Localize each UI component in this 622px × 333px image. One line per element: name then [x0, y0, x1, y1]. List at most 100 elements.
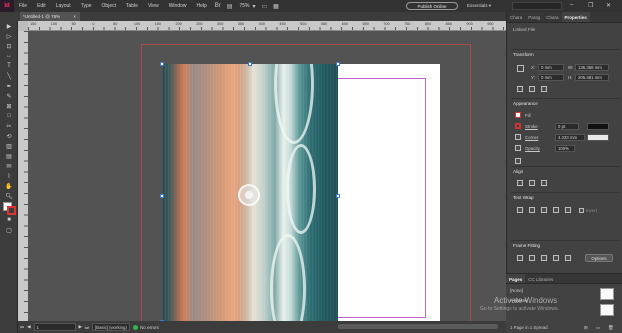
chevron-down-icon[interactable]: ▾	[252, 3, 255, 10]
apply-color-icon[interactable]: ■	[0, 215, 18, 225]
align-center-icon[interactable]	[529, 180, 535, 186]
stroke-swatch-icon[interactable]	[515, 123, 521, 129]
horizontal-ruler[interactable]: 150 100 50 0 50 100 150 200 250 300 350 400 450 500 55…	[28, 21, 506, 31]
eyedropper-tool-icon[interactable]: ⌇	[0, 171, 18, 181]
close-tab-icon[interactable]: ×	[73, 14, 76, 19]
resize-handle[interactable]	[160, 194, 164, 198]
tab-cc-libraries[interactable]: CC Libraries	[525, 274, 556, 283]
resize-handle[interactable]	[248, 62, 252, 66]
pencil-tool-icon[interactable]: ✎	[0, 91, 18, 101]
menu-object[interactable]: Object	[102, 3, 116, 9]
opacity-field[interactable]: 100%	[555, 145, 575, 152]
direct-selection-tool-icon[interactable]: ▷	[0, 31, 18, 41]
view-options-icon[interactable]: ▤	[227, 3, 233, 10]
flip-horizontal-icon[interactable]	[529, 86, 535, 92]
menu-type[interactable]: Type	[81, 3, 92, 9]
opacity-icon[interactable]	[515, 145, 521, 151]
bridge-icon[interactable]: Br	[215, 3, 221, 9]
center-content-icon[interactable]	[565, 255, 571, 261]
align-left-icon[interactable]	[517, 180, 523, 186]
corner-label[interactable]: Corner	[525, 135, 538, 140]
fill-frame-icon[interactable]	[541, 255, 547, 261]
fit-frame-content-icon[interactable]	[529, 255, 535, 261]
arrange-documents-icon[interactable]: ▦	[273, 3, 279, 10]
line-tool-icon[interactable]: ╲	[0, 71, 18, 81]
first-page-icon[interactable]: ⏮	[20, 325, 24, 330]
wrap-object-shape-icon[interactable]	[541, 207, 547, 213]
corner-icon[interactable]	[515, 134, 521, 140]
screen-mode-tool-icon[interactable]: ▢	[0, 225, 18, 235]
gradient-swatch-tool-icon[interactable]: ▥	[0, 141, 18, 151]
screen-mode-icon[interactable]: ▭	[262, 3, 268, 10]
new-page-icon[interactable]: ⊞	[584, 325, 588, 331]
resize-handle[interactable]	[160, 62, 164, 66]
workspace-switcher[interactable]: Essentials ▾	[467, 3, 491, 9]
menu-window[interactable]: Window	[169, 3, 187, 9]
restore-button[interactable]: ❐	[588, 2, 593, 9]
scissors-tool-icon[interactable]: ✂	[0, 121, 18, 131]
fill-stroke-swatches[interactable]	[0, 201, 18, 215]
menu-view[interactable]: View	[148, 3, 159, 9]
zoom-tool-icon[interactable]: 🔍︎	[0, 191, 18, 201]
delete-page-icon[interactable]: 🗑︎	[608, 325, 614, 331]
corner-size-field[interactable]: 4.233 mm	[555, 134, 585, 141]
menu-table[interactable]: Table	[126, 3, 138, 9]
prev-page-icon[interactable]: ◀	[27, 324, 30, 330]
last-page-icon[interactable]: ⏭	[85, 325, 89, 330]
stroke-swatch[interactable]	[7, 206, 16, 215]
no-wrap-icon[interactable]	[517, 207, 523, 213]
tab-character[interactable]: Chara	[507, 12, 525, 22]
fit-proportionally-icon[interactable]	[553, 255, 559, 261]
master-page-thumbnail[interactable]	[600, 288, 614, 300]
stroke-label[interactable]: Stroke	[525, 124, 538, 129]
stroke-weight-field[interactable]: 0 pt	[555, 123, 579, 130]
page-number-field[interactable]: 1	[33, 323, 76, 331]
height-field[interactable]: 205.481 mm	[575, 74, 609, 81]
corner-shape-dropdown[interactable]	[587, 134, 609, 141]
resize-handle[interactable]	[336, 194, 340, 198]
align-right-icon[interactable]	[541, 180, 547, 186]
vertical-ruler[interactable]	[18, 31, 28, 321]
fill-none-icon[interactable]	[515, 112, 521, 118]
gap-tool-icon[interactable]: ↔	[0, 51, 18, 61]
rectangle-tool-icon[interactable]: □	[0, 111, 18, 121]
page-tool-icon[interactable]: ⊡	[0, 41, 18, 51]
type-tool-icon[interactable]: T	[0, 61, 18, 71]
tab-character-styles[interactable]: Chara	[543, 12, 561, 22]
help-search-input[interactable]	[512, 2, 562, 10]
invert-checkbox[interactable]	[579, 208, 584, 213]
wrap-bounding-box-icon[interactable]	[529, 207, 535, 213]
frame-fitting-options-button[interactable]: Options	[585, 254, 613, 262]
none-master-label[interactable]: [None]	[510, 288, 523, 293]
resize-handle[interactable]	[336, 62, 340, 66]
document-canvas[interactable]	[28, 31, 506, 321]
x-field[interactable]: 0 mm	[538, 64, 564, 71]
menu-file[interactable]: File	[19, 3, 27, 9]
reference-point-icon[interactable]	[517, 65, 524, 72]
next-page-icon[interactable]: ▶	[79, 324, 82, 330]
edit-page-size-icon[interactable]: ▭	[596, 325, 600, 331]
style-field[interactable]: [Basic] (working)	[92, 323, 131, 331]
page-1-thumbnail[interactable]	[600, 304, 614, 316]
zoom-level[interactable]: 75%	[239, 3, 249, 9]
content-grabber[interactable]	[238, 184, 260, 206]
note-tool-icon[interactable]: ✉	[0, 161, 18, 171]
jump-object-icon[interactable]	[553, 207, 559, 213]
ruler-origin[interactable]	[18, 21, 28, 31]
tab-paragraph[interactable]: Parag	[525, 12, 543, 22]
hand-tool-icon[interactable]: ✋	[0, 181, 18, 191]
fit-content-frame-icon[interactable]	[517, 255, 523, 261]
minimize-button[interactable]: –	[570, 2, 573, 8]
width-field[interactable]: 136.358 mm	[575, 64, 609, 71]
selection-tool-icon[interactable]: ▶	[0, 21, 18, 31]
gradient-feather-tool-icon[interactable]: ▤	[0, 151, 18, 161]
publish-online-button[interactable]: Publish Online	[406, 2, 458, 10]
tab-properties[interactable]: Properties	[561, 12, 590, 22]
free-transform-tool-icon[interactable]: ⟲	[0, 131, 18, 141]
close-button[interactable]: ✕	[606, 2, 611, 9]
menu-layout[interactable]: Layout	[56, 3, 71, 9]
stroke-type-dropdown[interactable]	[587, 123, 609, 130]
menu-help[interactable]: Help	[197, 3, 207, 9]
flip-vertical-icon[interactable]	[541, 86, 547, 92]
y-field[interactable]: 0 mm	[538, 74, 564, 81]
